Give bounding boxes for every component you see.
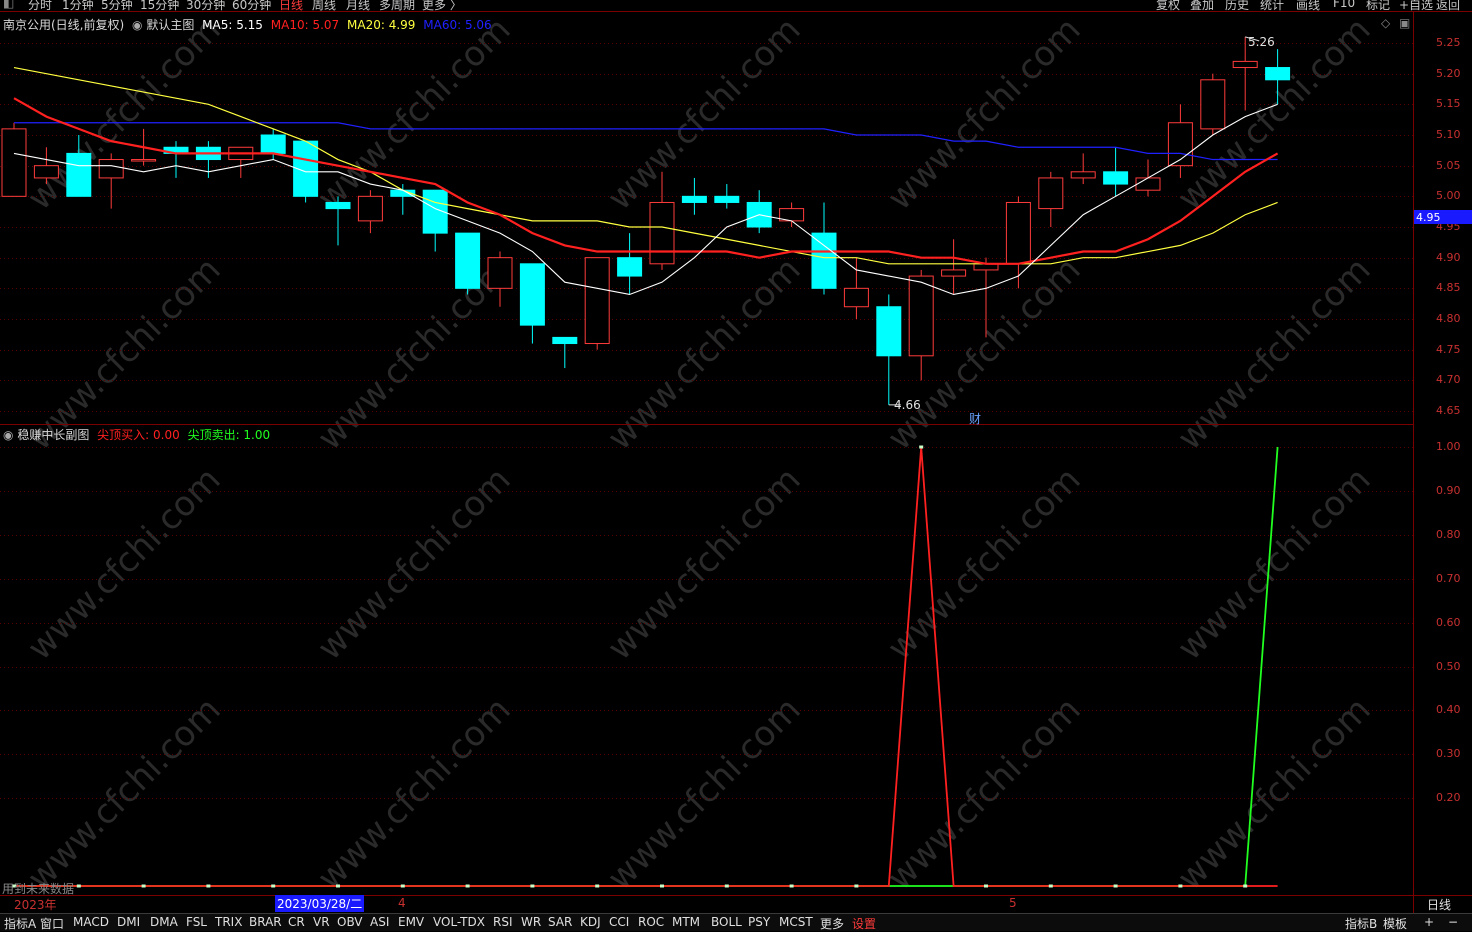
indicator-tab-20[interactable]: MTM [672,915,700,929]
candle-down[interactable] [714,195,740,203]
candle-down[interactable] [681,195,707,203]
signal-dot [984,884,988,888]
candle-up[interactable] [584,257,610,345]
signal-dot [724,884,729,888]
indicator-tab-7[interactable]: BRAR [249,915,282,929]
indicator-tab-17[interactable]: KDJ [580,915,601,929]
settings-button[interactable]: 设置 [852,915,876,932]
candle-up[interactable] [98,159,124,179]
date-axis: 2023年 2023/03/28/二 4 5 [0,895,1414,912]
candle-up[interactable] [1232,60,1258,69]
signal-dot [336,884,340,888]
ma20-line [13,66,1278,265]
indicator-right-tab-0[interactable]: 指标B [1345,915,1377,932]
candle-up[interactable] [1005,201,1031,265]
candle-down[interactable] [455,232,481,289]
finance-marker[interactable]: 财 [969,410,981,427]
signal-dot [271,884,276,888]
indicator-tab-13[interactable]: VOL-TDX [433,915,485,929]
indicator-tab-22[interactable]: PSY [748,915,770,929]
signal-dot [206,884,211,888]
candle-down[interactable] [66,152,92,197]
indicator-tab-3[interactable]: DMI [117,915,140,929]
candle-up[interactable] [357,195,383,222]
indicator-tab-5[interactable]: FSL [186,915,207,929]
indicator-tab-1[interactable]: 窗口 [40,915,64,932]
candle-down[interactable] [617,257,643,277]
indicator-tab-16[interactable]: SAR [548,915,572,929]
candle-up[interactable] [131,159,157,162]
indicator-tab-14[interactable]: RSI [493,915,513,929]
indicator-tab-12[interactable]: EMV [398,915,424,929]
indicator-right-tab-3[interactable]: − [1448,915,1458,929]
indicator-tab-15[interactable]: WR [521,915,541,929]
indicator-tab-11[interactable]: ASI [370,915,389,929]
candle-up[interactable] [487,257,513,289]
signal-dot [1048,884,1053,888]
candle-down[interactable] [552,336,578,345]
signal-dot [465,884,470,888]
buy-signal-line [14,446,1278,887]
indicator-tab-10[interactable]: OBV [337,915,363,929]
candle-up[interactable] [33,165,59,179]
signal-dot [789,884,794,888]
high-price-label: 5.26 [1248,35,1275,49]
signal-dot [1243,884,1248,888]
indicator-tab-6[interactable]: TRIX [215,915,242,929]
indicator-bar: 指标A 窗口 MACD DMI DMA FSL TRIX BRAR CR VR OBV ASI EMV V… [0,913,1472,931]
signal-dot [1178,884,1183,888]
candle-down[interactable] [1103,171,1129,185]
signal-dot [530,884,535,888]
candle-up[interactable] [1070,171,1096,179]
candle-up[interactable] [941,269,967,277]
signal-dot [854,884,859,888]
indicator-tab-21[interactable]: BOLL [711,915,742,929]
candle-down[interactable] [811,232,837,289]
candle-down[interactable] [876,306,902,357]
cursor-date: 2023/03/28/二 [275,895,365,912]
candle-down[interactable] [1265,67,1291,81]
indicator-tab-19[interactable]: ROC [638,915,664,929]
signal-dot [919,445,924,449]
indicator-right-tab-2[interactable]: + [1424,915,1434,929]
period-label[interactable]: 日线 [1427,896,1451,913]
sell-signal-line [14,446,1279,887]
signal-dot [141,884,146,888]
candle-up[interactable] [1135,177,1161,191]
month-label-5: 5 [1009,896,1017,910]
indicator-tab-24[interactable]: 更多 [820,915,844,932]
chart-canvas[interactable] [0,0,1472,930]
indicator-tab-23[interactable]: MCST [779,915,813,929]
candle-up[interactable] [1,128,27,197]
signal-dot [595,884,600,888]
candle-down[interactable] [325,201,351,210]
indicator-tab-8[interactable]: CR [288,915,305,929]
indicator-tab-9[interactable]: VR [313,915,330,929]
signal-dot [400,884,405,888]
month-label-4: 4 [398,896,406,910]
indicator-right-tab-1[interactable]: 模板 [1383,915,1407,932]
signal-dot [660,884,664,888]
low-price-label: 4.66 [894,398,921,412]
indicator-tab-2[interactable]: MACD [73,915,109,929]
candle-down[interactable] [260,134,286,154]
ma5-line [13,103,1278,296]
indicator-tab-18[interactable]: CCI [609,915,629,929]
candle-up[interactable] [1038,177,1064,210]
candle-up[interactable] [649,201,675,265]
candle-up[interactable] [908,275,934,357]
signal-dot [1113,884,1118,888]
indicator-tab-0[interactable]: 指标A [4,915,36,932]
candle-up[interactable] [1200,79,1226,130]
signal-dot [76,884,81,888]
indicator-tab-4[interactable]: DMA [150,915,178,929]
year-label: 2023年 [14,898,57,912]
candle-down[interactable] [519,263,545,326]
candle-up[interactable] [843,287,869,308]
